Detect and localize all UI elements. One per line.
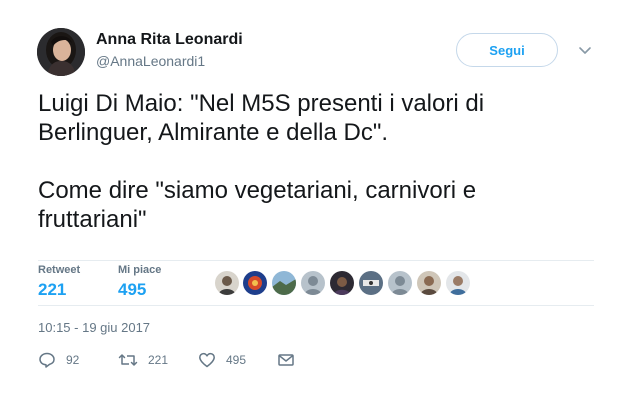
- profile-photo-icon: [37, 28, 85, 76]
- envelope-icon: [278, 354, 294, 366]
- author-avatar[interactable]: [37, 28, 85, 76]
- tweet-timestamp[interactable]: 10:15 - 19 giu 2017: [38, 320, 150, 335]
- author-name[interactable]: Anna Rita Leonardi: [96, 31, 243, 49]
- like-count: 495: [226, 353, 247, 367]
- speech-bubble-icon: [39, 352, 55, 368]
- liker-avatar[interactable]: [271, 270, 297, 296]
- heart-icon: [199, 352, 215, 368]
- retweet-icon: [118, 354, 138, 366]
- chevron-down-icon[interactable]: [577, 42, 593, 58]
- divider: [38, 305, 594, 306]
- retweet-button[interactable]: 221: [118, 350, 168, 370]
- liker-avatar[interactable]: [416, 270, 442, 296]
- liker-avatar[interactable]: [329, 270, 355, 296]
- liker-avatar[interactable]: [300, 270, 326, 296]
- follow-button[interactable]: Segui: [456, 33, 558, 67]
- reply-button[interactable]: 92: [38, 350, 79, 370]
- liker-avatar[interactable]: [358, 270, 384, 296]
- liker-avatar[interactable]: [214, 270, 240, 296]
- likes-stat-label: Mi piace: [118, 264, 162, 276]
- author-handle[interactable]: @AnnaLeonardi1: [96, 53, 205, 69]
- retweet-stat-count: 221: [38, 280, 67, 299]
- reply-count: 92: [66, 353, 80, 367]
- like-button[interactable]: 495: [198, 350, 246, 370]
- likes-stat-count: 495: [118, 280, 147, 299]
- likes-stat[interactable]: Mi piace 495: [118, 264, 161, 301]
- divider: [38, 260, 594, 261]
- liker-avatar[interactable]: [242, 270, 268, 296]
- retweet-stat[interactable]: Retweet 221: [38, 264, 80, 301]
- retweet-stat-label: Retweet: [38, 264, 81, 276]
- liker-avatar[interactable]: [445, 270, 471, 296]
- tweet-text: Luigi Di Maio: "Nel M5S presenti i valor…: [38, 90, 485, 233]
- liker-avatar[interactable]: [387, 270, 413, 296]
- message-button[interactable]: [277, 350, 295, 370]
- retweet-count: 221: [148, 353, 169, 367]
